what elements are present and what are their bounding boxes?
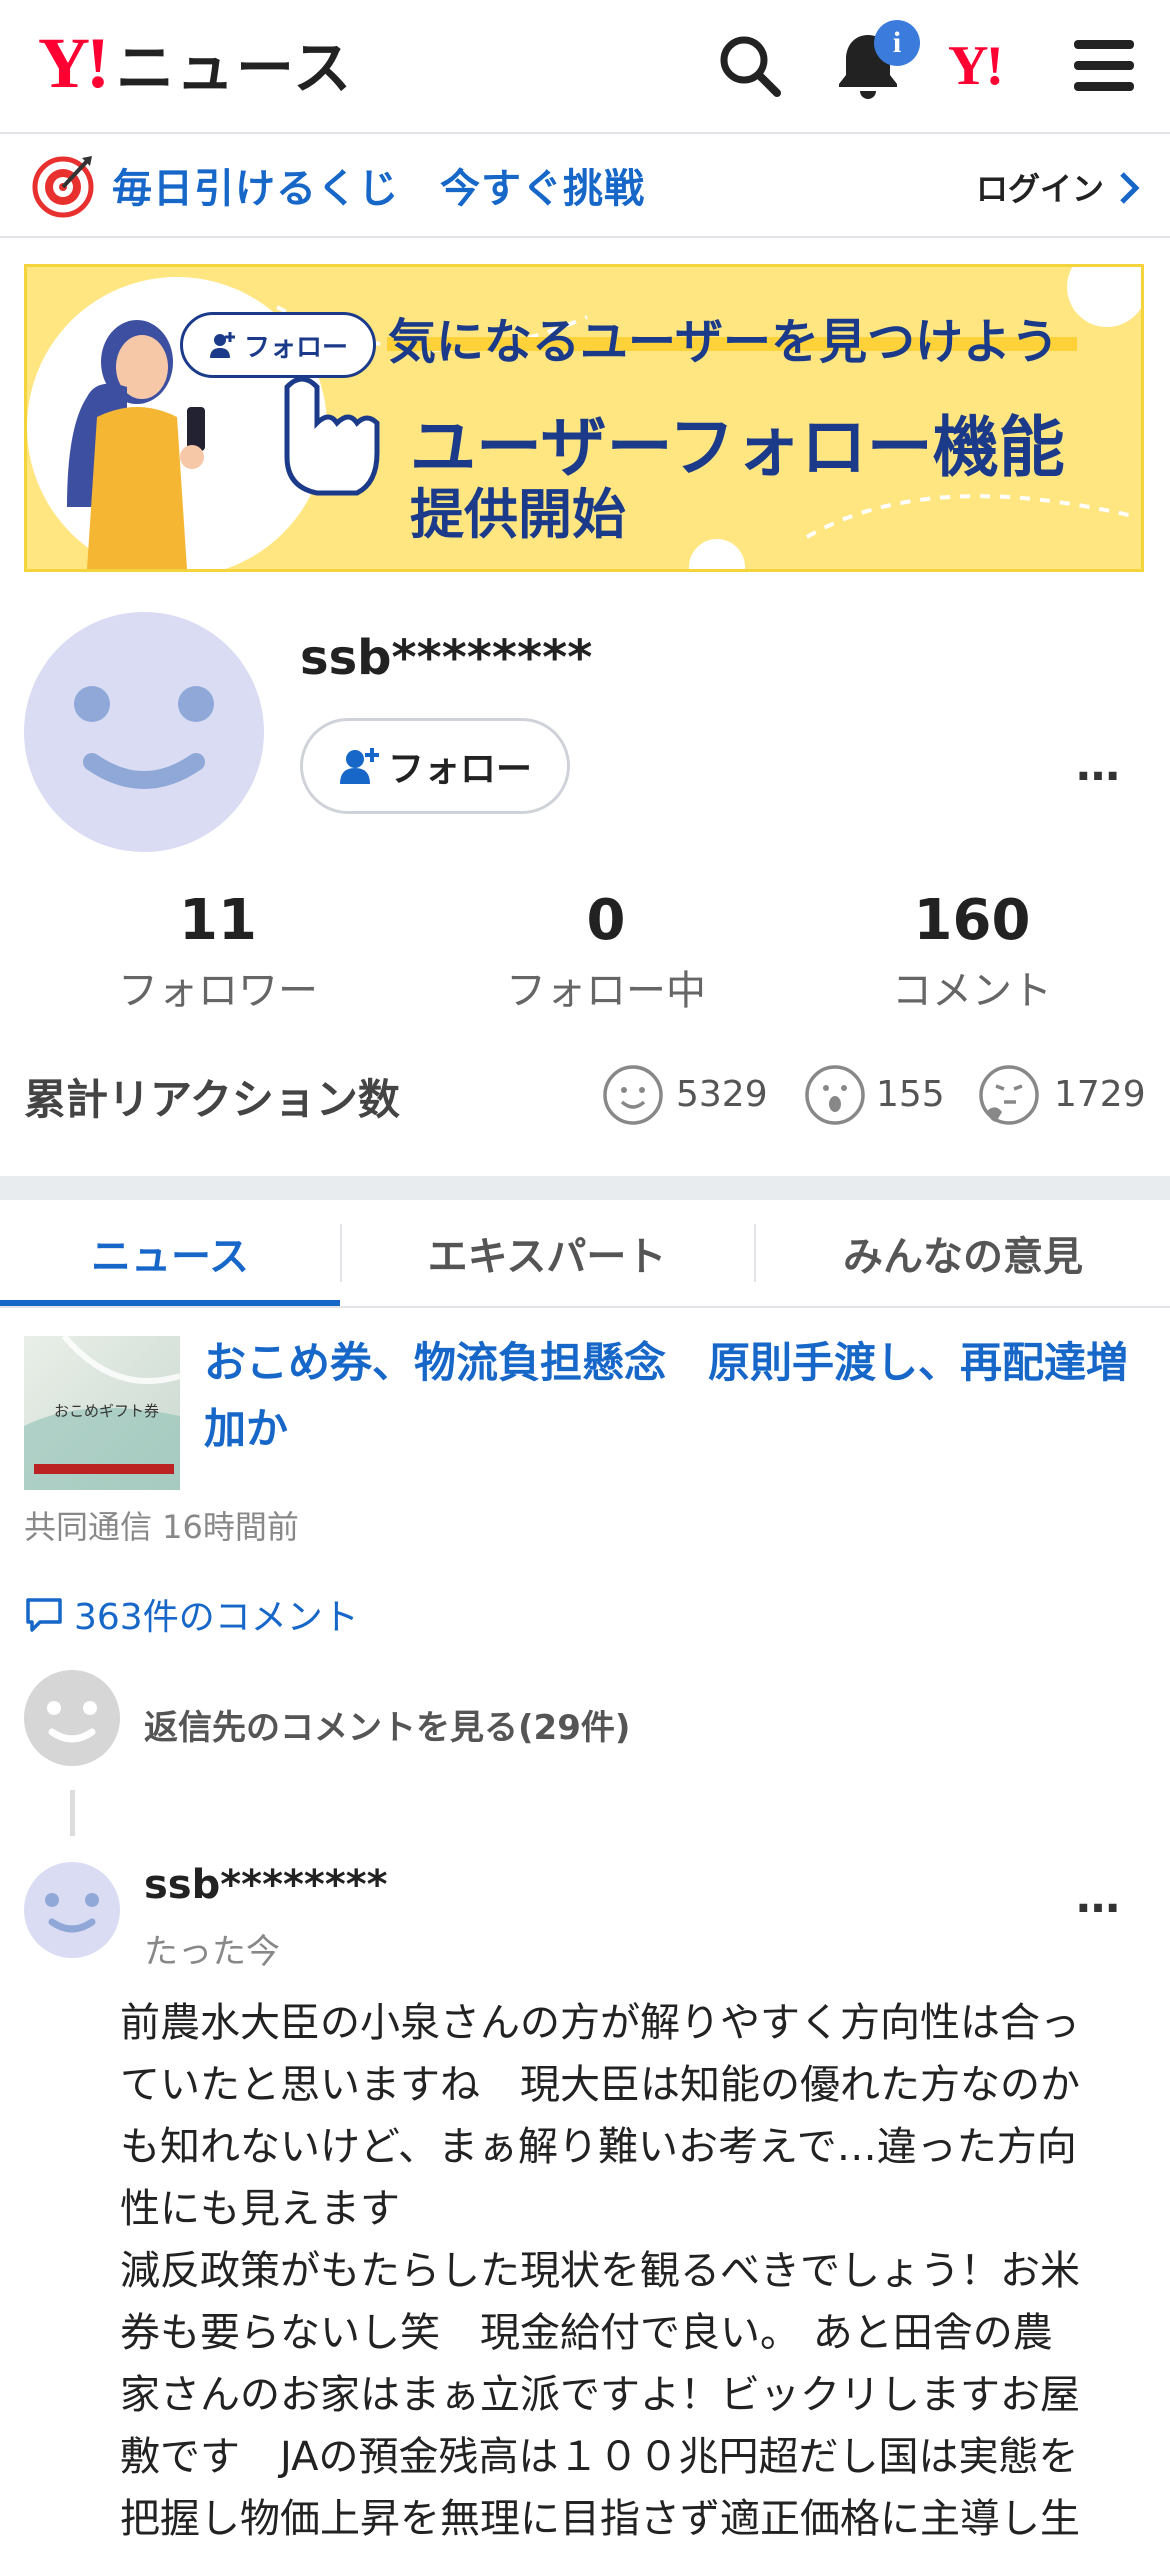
- login-link[interactable]: ログイン: [976, 164, 1104, 210]
- comment-avatar: [24, 1862, 120, 1958]
- follow-button[interactable]: フォロー: [300, 718, 570, 814]
- reply-avatar: [24, 1670, 120, 1766]
- yahoo-news-logo[interactable]: Y! ニュース: [38, 23, 353, 103]
- thumbnail-caption: おこめギフト券: [54, 1402, 160, 1420]
- lottery-text[interactable]: 毎日引けるくじ 今すぐ挑戦: [112, 156, 645, 214]
- surprised-icon: [804, 1064, 866, 1126]
- article-title[interactable]: おこめ券、物流負担懸念 原則手渡し、再配達増加か: [204, 1330, 1144, 1462]
- comment-line: 家さんのお家はまぁ立派ですよ！ビックリしますお屋: [120, 2372, 1080, 2418]
- profile-more-button[interactable]: …: [1076, 740, 1124, 791]
- comment-time: たった今: [144, 1932, 280, 1972]
- target-icon: [30, 152, 96, 218]
- comment-line: 把握し物価上昇を無理に目指さず適正価格に主導し生: [120, 2496, 1080, 2542]
- thinking-count: 1729: [1054, 1074, 1146, 1115]
- section-divider: [0, 1176, 1170, 1200]
- thinking-icon: [978, 1064, 1040, 1126]
- tab-expert[interactable]: エキスパート: [342, 1200, 752, 1306]
- banner-subtitle: 提供開始: [410, 483, 626, 546]
- yahoo-top-icon[interactable]: Y!: [948, 34, 1004, 98]
- article-comment-count: 363件のコメント: [74, 1597, 359, 1638]
- comment-line: 前農水大臣の小泉さんの方が解りやすく方向性は合っ: [120, 2000, 1080, 2046]
- followers-count[interactable]: 11: [68, 888, 368, 953]
- article-meta: 共同通信 16時間前: [24, 1508, 299, 1546]
- tab-news[interactable]: ニュース: [0, 1200, 340, 1306]
- reactions-title: 累計リアクション数: [24, 1075, 400, 1124]
- followers-label[interactable]: フォロワー: [68, 958, 368, 1016]
- profile-username: ssb********: [300, 630, 593, 686]
- add-user-icon: [339, 748, 379, 784]
- comment-username[interactable]: ssb********: [144, 1862, 388, 1908]
- comments-label: コメント: [892, 968, 1052, 1014]
- banner-pill-label: フォロー: [243, 332, 348, 363]
- tabs-border: [0, 1306, 1170, 1308]
- comment-line: 券も要らないし笑 現金給付で良い。 あと田舎の農: [120, 2310, 1053, 2356]
- comment-more-button[interactable]: …: [1076, 1872, 1124, 1923]
- logo-mark: Y!: [38, 23, 110, 103]
- article-comments-link[interactable]: 363件のコメント: [24, 1588, 359, 1640]
- view-reply-target-link[interactable]: 返信先のコメントを見る(29件): [144, 1700, 630, 1749]
- comment-line: 減反政策がもたらした現状を観るべきでしょう！お米: [120, 2248, 1080, 2294]
- comments-count: 160: [913, 888, 1031, 953]
- chevron-right-icon: [1118, 170, 1142, 210]
- comment-line: も知れないけど、まぁ解り難いお考えで…違った方向: [120, 2124, 1077, 2170]
- comment-bubble-icon: [26, 1598, 62, 1632]
- follow-button-label: フォロー: [387, 749, 532, 790]
- following-count[interactable]: 0: [456, 888, 756, 953]
- logo-text: ニュース: [115, 34, 354, 102]
- menu-icon[interactable]: [1066, 28, 1142, 104]
- avatar: [24, 612, 264, 852]
- thread-line: [70, 1790, 75, 1836]
- comment-line: 敷です JAの預金残高は１００兆円超だし国は実態を: [120, 2434, 1079, 2480]
- following-label[interactable]: フォロー中: [456, 958, 756, 1016]
- smile-icon: [602, 1064, 664, 1126]
- surprised-count: 155: [876, 1074, 945, 1115]
- comment-line: 性にも見えます: [120, 2186, 400, 2232]
- search-icon[interactable]: [712, 28, 788, 104]
- notification-badge: i: [874, 20, 920, 66]
- comment-body: 前農水大臣の小泉さんの方が解りやすく方向性は合っ ていたと思いますね 現大臣は知…: [120, 1992, 1140, 2550]
- article-thumbnail[interactable]: おこめギフト券: [24, 1336, 180, 1490]
- banner-follow-pill: フォロー: [180, 312, 376, 378]
- tab-opinions[interactable]: みんなの意見: [756, 1200, 1170, 1306]
- banner-headline: 気になるユーザーを見つけよう: [388, 314, 1060, 370]
- smile-count: 5329: [676, 1074, 768, 1115]
- comment-line: ていたと思いますね 現大臣は知能の優れた方なのか: [120, 2062, 1080, 2108]
